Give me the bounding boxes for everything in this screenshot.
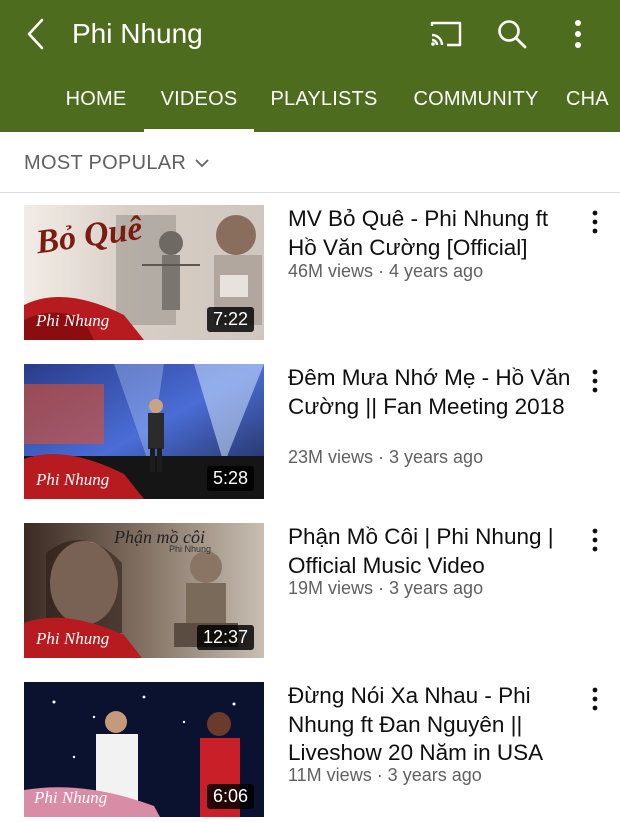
sort-label: MOST POPULAR [24, 151, 187, 174]
chevron-down-icon [195, 159, 209, 168]
more-vert-icon [592, 687, 598, 711]
video-item[interactable]: Bỏ Quê Phi Nhung 7:22 MV Bỏ Quê - Phi Nh… [0, 205, 620, 345]
video-duration: 12:37 [196, 625, 254, 650]
more-vert-icon [575, 20, 581, 48]
tab-community[interactable]: COMMUNITY [404, 78, 548, 132]
video-duration: 7:22 [206, 307, 254, 332]
video-thumbnail[interactable]: Phi Nhung 6:06 [24, 682, 264, 817]
video-meta: 46M views · 4 years ago [288, 261, 484, 281]
sort-bar: MOST POPULAR [0, 132, 620, 193]
more-vert-icon [592, 369, 598, 393]
video-duration: 5:28 [206, 466, 254, 491]
channel-tabs: HOME VIDEOS PLAYLISTS COMMUNITY CHA [0, 78, 620, 132]
search-button[interactable] [492, 14, 532, 54]
more-vert-icon [592, 210, 598, 234]
cast-button[interactable] [426, 14, 466, 54]
thumbnail-watermark: Phi Nhung [34, 788, 108, 807]
thumbnail-watermark: Phi Nhung [36, 311, 110, 330]
search-icon [498, 20, 527, 49]
video-title[interactable]: MV Bỏ Quê - Phi Nhung ft Hồ Văn Cường [O… [288, 205, 573, 262]
back-arrow-icon [27, 18, 44, 50]
video-item[interactable]: Phi Nhung 6:06 Đừng Nói Xa Nhau - Phi Nh… [0, 682, 620, 822]
video-title[interactable]: Phận Mồ Côi | Phi Nhung | Official Music… [288, 523, 573, 580]
thumbnail-watermark: Phi Nhung [36, 470, 110, 489]
channel-title: Phi Nhung [72, 18, 203, 49]
video-thumbnail[interactable]: Phận mồ côi Phi Nhung Phi Nhung 12:37 [24, 523, 264, 658]
video-thumbnail[interactable]: Phi Nhung 5:28 [24, 364, 264, 499]
video-action-menu[interactable] [580, 525, 610, 557]
video-item[interactable]: Phận mồ côi Phi Nhung Phi Nhung 12:37 Ph… [0, 523, 620, 663]
video-item[interactable]: Phi Nhung 5:28 Đêm Mưa Nhớ Mẹ - Hồ Văn C… [0, 364, 620, 504]
video-action-menu[interactable] [580, 684, 610, 716]
video-action-menu[interactable] [580, 207, 610, 239]
video-duration: 6:06 [206, 784, 254, 809]
tab-channels[interactable]: CHA [566, 78, 620, 132]
video-meta: 23M views · 3 years ago [288, 447, 484, 467]
more-vert-icon [592, 528, 598, 552]
tab-videos[interactable]: VIDEOS [144, 78, 254, 132]
video-title[interactable]: Đừng Nói Xa Nhau - Phi Nhung ft Đan Nguy… [288, 682, 573, 768]
video-action-menu[interactable] [580, 366, 610, 398]
overflow-menu-button[interactable] [558, 14, 598, 54]
thumbnail-watermark: Phi Nhung [36, 629, 110, 648]
tab-home[interactable]: HOME [46, 78, 146, 132]
video-title[interactable]: Đêm Mưa Nhớ Mẹ - Hồ Văn Cường || Fan Mee… [288, 364, 573, 421]
cast-icon [430, 21, 462, 47]
tab-playlists[interactable]: PLAYLISTS [262, 78, 386, 132]
video-thumbnail[interactable]: Bỏ Quê Phi Nhung 7:22 [24, 205, 264, 340]
thumbnail-subtitle: Phi Nhung [169, 544, 212, 554]
video-meta: 19M views · 3 years ago [288, 578, 484, 598]
video-meta: 11M views · 3 years ago [288, 765, 482, 785]
back-button[interactable] [20, 14, 60, 54]
channel-header: Phi Nhung HOME VIDEOS PLAYLISTS COMMUNIT… [0, 0, 620, 132]
sort-dropdown[interactable]: MOST POPULAR [24, 150, 212, 176]
